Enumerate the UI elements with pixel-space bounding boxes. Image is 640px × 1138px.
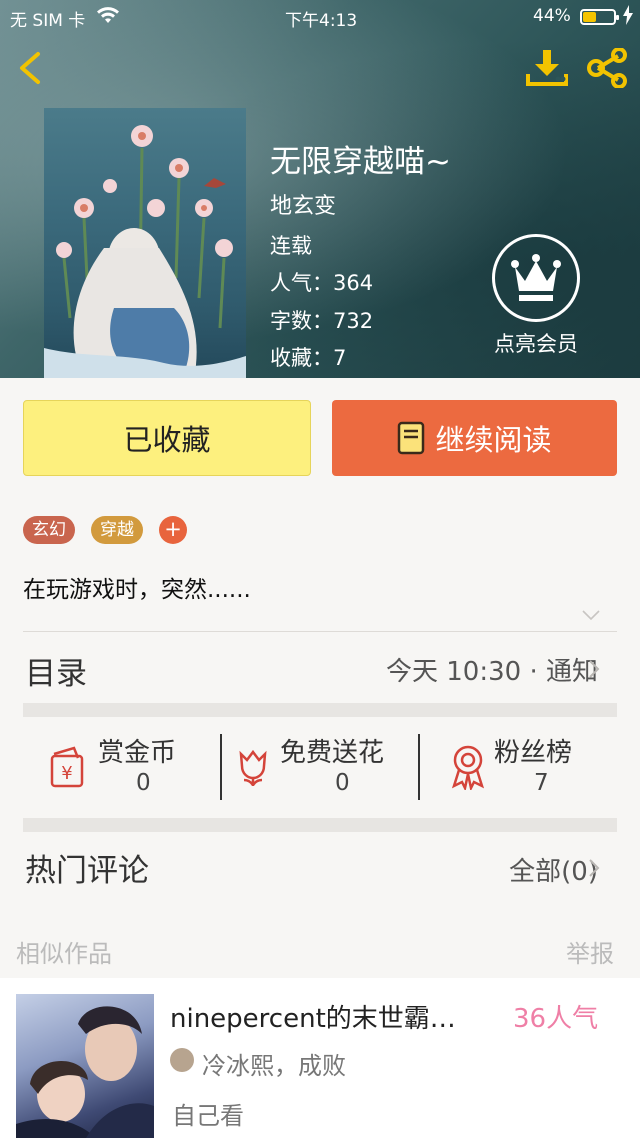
status-time: 下午4:13 <box>285 11 358 31</box>
continue-reading-button[interactable]: 继续阅读 <box>332 400 617 476</box>
section-separator <box>23 818 617 832</box>
book-author[interactable]: 地玄变 <box>270 188 336 220</box>
book-favorites: 收藏：7 <box>270 346 347 370</box>
ribbon-badge-icon <box>451 745 485 790</box>
fan-ranking[interactable]: 粉丝榜 7 <box>450 732 600 800</box>
similar-book-card[interactable]: ninepercent的末世霸… 36人气 冷冰熙，成败 自己看 <box>0 978 640 1138</box>
chevron-down-icon[interactable] <box>582 610 600 620</box>
book-title: 无限穿越喵~ <box>270 144 451 180</box>
wifi-icon <box>97 7 119 23</box>
similar-works-label: 相似作品 <box>16 940 112 968</box>
chevron-right-icon <box>589 660 600 678</box>
favorited-button[interactable]: 已收藏 <box>23 400 311 476</box>
favorited-label: 已收藏 <box>123 423 211 457</box>
carrier-label: 无 SIM 卡 <box>10 11 86 31</box>
stat-divider <box>418 734 420 800</box>
share-icon[interactable] <box>586 48 630 88</box>
hot-comments-title: 热门评论 <box>25 853 149 889</box>
book-icon <box>398 421 425 455</box>
free-flowers-value: 0 <box>335 770 350 796</box>
flower-icon <box>239 749 267 786</box>
book-popularity: 人气：364 <box>270 271 374 295</box>
stat-divider <box>220 734 222 800</box>
cover-illustration <box>44 125 246 378</box>
battery-icon <box>580 9 619 25</box>
book-header: 无 SIM 卡 下午4:13 44% 无限穿越喵~ 地玄变 连载 人气：364 … <box>0 0 640 378</box>
book-cover[interactable] <box>44 108 246 378</box>
similar-book-author: 冷冰熙，成败 <box>202 1052 346 1080</box>
author-avatar <box>170 1048 194 1072</box>
chevron-right-icon <box>589 859 600 877</box>
svg-text:¥: ¥ <box>61 763 72 784</box>
battery-percent: 44% <box>533 6 571 26</box>
similar-book-description: 自己看 <box>172 1102 244 1130</box>
book-description: 在玩游戏时，突然...... <box>23 577 251 603</box>
reward-coins[interactable]: ¥ 赏金币 0 <box>48 732 218 800</box>
vip-label: 点亮会员 <box>494 332 578 356</box>
status-bar: 无 SIM 卡 下午4:13 44% <box>0 0 640 34</box>
continue-reading-label: 继续阅读 <box>435 423 552 457</box>
free-flowers[interactable]: 免费送花 0 <box>236 732 416 800</box>
similar-book-popularity: 36人气 <box>513 1004 599 1034</box>
crown-icon <box>492 234 580 322</box>
charging-icon <box>623 5 633 25</box>
vip-button[interactable]: 点亮会员 <box>486 234 586 356</box>
free-flowers-label: 免费送花 <box>280 738 385 768</box>
reward-coins-label: 赏金币 <box>98 738 177 768</box>
section-separator <box>23 703 617 717</box>
tag-time-travel[interactable]: 穿越 <box>91 516 143 544</box>
reward-coins-value: 0 <box>136 770 151 796</box>
download-icon[interactable] <box>524 48 570 88</box>
fan-ranking-label: 粉丝榜 <box>494 738 573 768</box>
report-link[interactable]: 举报 <box>566 934 614 969</box>
similar-book-title: ninepercent的末世霸… <box>170 1004 456 1034</box>
add-tag-button[interactable]: + <box>159 516 187 544</box>
all-comments-link[interactable]: 全部(0) <box>509 851 598 888</box>
back-icon[interactable] <box>14 50 48 86</box>
book-word-count: 字数：732 <box>270 309 374 333</box>
red-envelope-icon: ¥ <box>50 746 84 788</box>
toc-title: 目录 <box>25 656 87 692</box>
similar-cover-illustration <box>16 1006 154 1138</box>
book-status: 连载 <box>270 234 312 258</box>
fan-ranking-value: 7 <box>534 770 549 796</box>
toc-update: 今天 10:30 · 通知 <box>386 657 598 687</box>
divider <box>23 631 617 632</box>
tag-fantasy[interactable]: 玄幻 <box>23 516 75 544</box>
similar-book-cover <box>16 994 154 1138</box>
